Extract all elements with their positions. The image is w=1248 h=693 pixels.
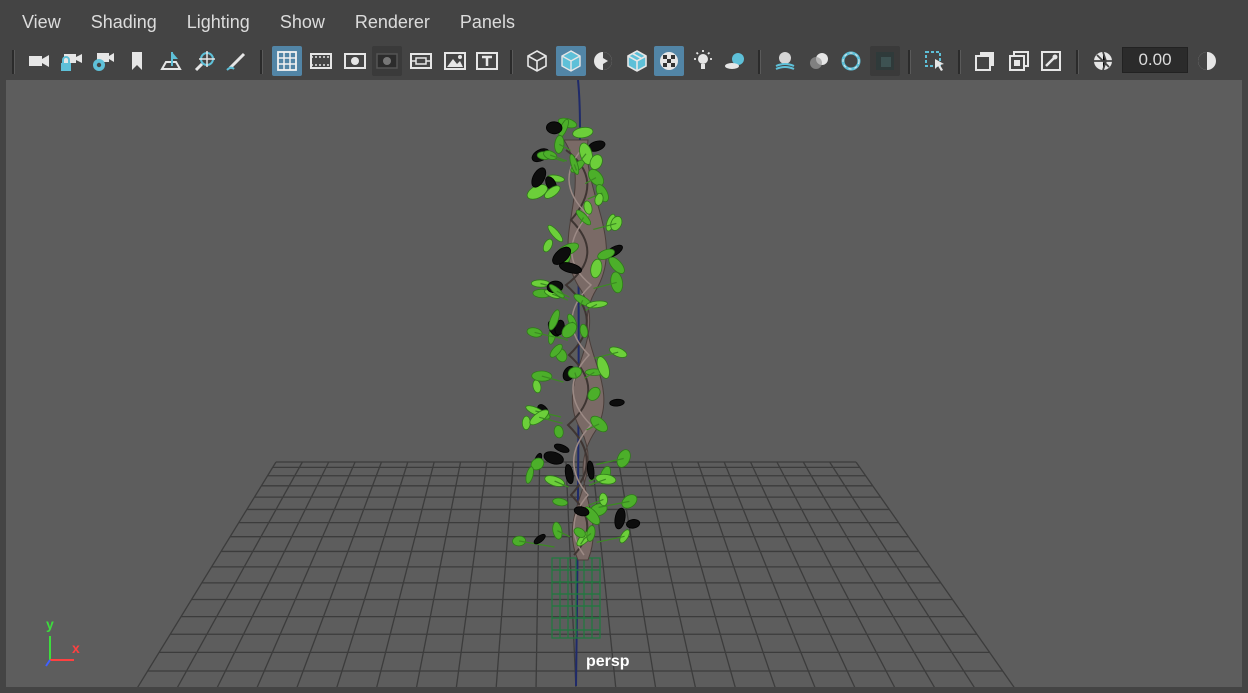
textured-icon[interactable] [654,46,684,76]
field-chart-icon[interactable] [406,46,436,76]
exposure-field[interactable]: 0.00 [1122,47,1188,73]
grid-icon[interactable] [272,46,302,76]
anti-aliasing-icon[interactable] [836,46,866,76]
toolbar-separator [12,50,15,74]
scene-canvas [137,80,1015,687]
toolbar-separator [908,50,911,74]
2d-pan-zoom-icon[interactable] [190,46,220,76]
camera-name-label: persp [586,653,630,670]
menu-lighting[interactable]: Lighting [171,0,264,44]
resolution-gate-icon[interactable] [340,46,370,76]
panel-toolbar [0,44,1248,80]
exposure-icon[interactable] [1088,46,1118,76]
gamma-icon[interactable] [1192,46,1222,76]
wireframe-icon[interactable] [522,46,552,76]
camera-icon[interactable] [24,46,54,76]
gate-mask-icon[interactable] [372,46,402,76]
grease-pencil-icon[interactable] [222,46,252,76]
xray-icon[interactable] [970,46,1000,76]
shadows-icon[interactable] [720,46,750,76]
perspective-viewport[interactable]: y x persp [6,80,1242,687]
safe-action-icon[interactable] [440,46,470,76]
maya-viewport-window: View Shading Lighting Show Renderer Pane… [0,0,1248,693]
toolbar-separator [1076,50,1079,74]
camera-attributes-icon[interactable] [88,46,118,76]
xray-joints-icon[interactable] [1036,46,1066,76]
safe-title-icon[interactable] [472,46,502,76]
smooth-shade-icon[interactable] [556,46,586,76]
toolbar-separator [958,50,961,74]
toolbar-separator [758,50,761,74]
xray-active-components-icon[interactable] [1004,46,1034,76]
toolbar-separator [510,50,513,74]
view-axis-gizmo [45,636,74,667]
menu-view[interactable]: View [6,0,75,44]
menu-show[interactable]: Show [264,0,339,44]
panel-menubar: View Shading Lighting Show Renderer Pane… [0,0,1248,44]
bookmark-icon[interactable] [122,46,152,76]
film-gate-icon[interactable] [306,46,336,76]
isolate-select-icon[interactable] [920,46,950,76]
screen-space-ao-icon[interactable] [770,46,800,76]
wireframe-on-shaded-icon[interactable] [622,46,652,76]
support-mesh-cage [551,557,601,639]
menu-panels[interactable]: Panels [444,0,529,44]
default-material-icon[interactable] [588,46,618,76]
depth-of-field-icon[interactable] [870,46,900,76]
menu-shading[interactable]: Shading [75,0,171,44]
lock-camera-icon[interactable] [56,46,86,76]
toolbar-separator [260,50,263,74]
motion-blur-icon[interactable] [804,46,834,76]
image-plane-icon[interactable] [156,46,186,76]
use-all-lights-icon[interactable] [688,46,718,76]
menu-renderer[interactable]: Renderer [339,0,444,44]
